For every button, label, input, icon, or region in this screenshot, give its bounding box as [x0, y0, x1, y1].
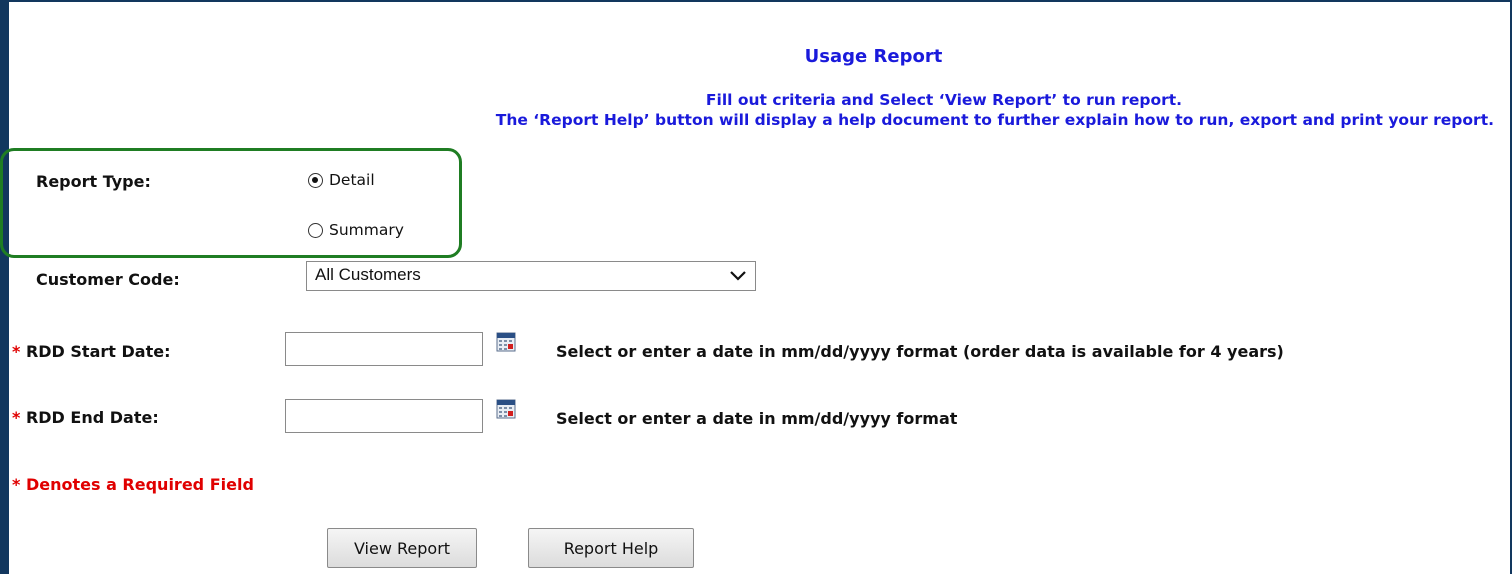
radio-summary-button[interactable] [308, 222, 323, 238]
required-mark: * [12, 475, 21, 494]
view-report-button[interactable]: View Report [327, 528, 477, 568]
required-note: * Denotes a Required Field [12, 475, 254, 494]
report-type-label: Report Type: [36, 172, 151, 191]
end-date-input[interactable] [285, 399, 483, 433]
radio-detail-button[interactable] [308, 172, 323, 188]
required-mark: * [12, 408, 21, 427]
end-date-hint: Select or enter a date in mm/dd/yyyy for… [556, 409, 958, 428]
required-mark: * [12, 342, 21, 361]
calendar-icon[interactable] [496, 399, 516, 419]
start-date-label-row: * RDD Start Date: [12, 342, 170, 361]
page-title: Usage Report [804, 46, 943, 67]
report-help-button[interactable]: Report Help [528, 528, 694, 568]
end-date-label-row: * RDD End Date: [12, 408, 159, 427]
start-date-hint: Select or enter a date in mm/dd/yyyy for… [556, 342, 1284, 361]
radio-detail-label: Detail [329, 171, 375, 189]
instruction-line-2: The ‘Report Help’ button will display a … [495, 111, 1494, 129]
start-date-input[interactable] [285, 332, 483, 366]
chevron-down-icon [730, 271, 746, 281]
customer-code-label: Customer Code: [36, 270, 180, 289]
customer-code-selected: All Customers [315, 265, 421, 284]
required-note-text: Denotes a Required Field [25, 475, 254, 494]
radio-summary[interactable]: Summary [308, 221, 404, 239]
report-type-highlight [0, 148, 462, 258]
end-date-label: RDD End Date: [25, 408, 159, 427]
start-date-label: RDD Start Date: [25, 342, 171, 361]
customer-code-select[interactable]: All Customers [306, 261, 756, 291]
instruction-line-1: Fill out criteria and Select ‘View Repor… [705, 91, 1183, 109]
radio-summary-label: Summary [329, 221, 404, 239]
calendar-icon[interactable] [496, 332, 516, 352]
instructions: Fill out criteria and Select ‘View Repor… [194, 90, 1494, 130]
radio-detail[interactable]: Detail [308, 171, 375, 189]
